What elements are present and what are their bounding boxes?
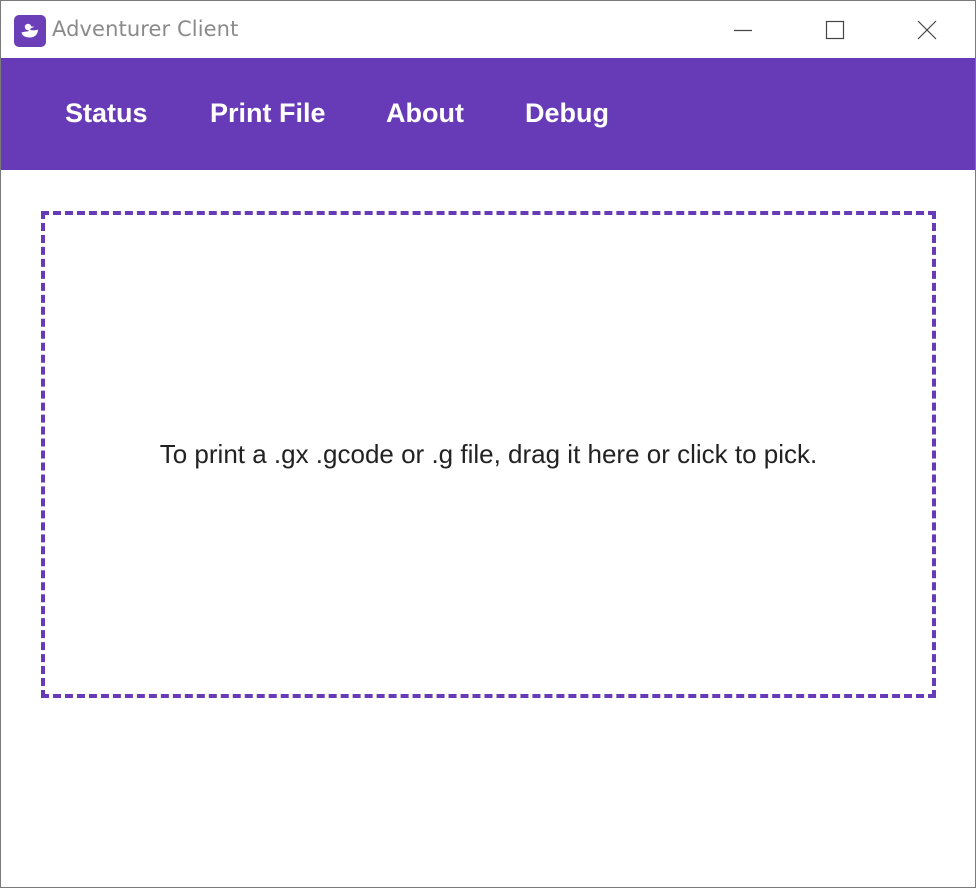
nav-item-debug[interactable]: Debug — [525, 98, 609, 129]
drop-zone-instructions: To print a .gx .gcode or .g file, drag i… — [159, 439, 818, 469]
window-title: Adventurer Client — [52, 17, 239, 41]
title-bar[interactable]: Adventurer Client — [1, 1, 975, 58]
maximize-icon — [825, 20, 845, 39]
nav-item-about[interactable]: About — [386, 98, 464, 129]
minimize-icon — [734, 29, 752, 31]
nav-bar: Status Print File About Debug — [1, 58, 975, 170]
maximize-button[interactable] — [790, 1, 880, 58]
nav-item-status[interactable]: Status — [65, 98, 148, 129]
app-window: Adventurer Client Status Print File Abou… — [0, 0, 976, 888]
duck-icon — [14, 15, 46, 47]
nav-item-print-file[interactable]: Print File — [210, 98, 326, 129]
close-icon — [917, 20, 937, 39]
minimize-button[interactable] — [698, 1, 788, 58]
close-button[interactable] — [882, 1, 972, 58]
file-drop-zone[interactable]: To print a .gx .gcode or .g file, drag i… — [41, 211, 936, 698]
